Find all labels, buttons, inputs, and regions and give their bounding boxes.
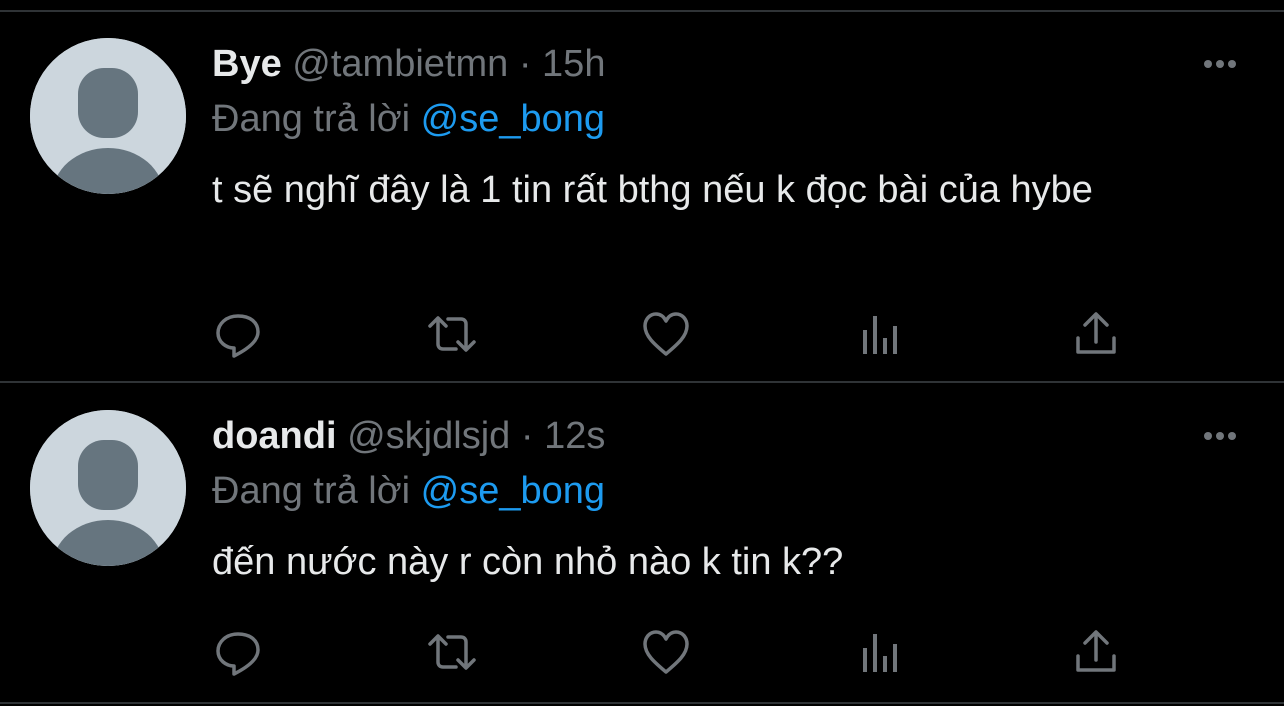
tweet-text: đến nước này r còn nhỏ nào k tin k?? bbox=[212, 541, 844, 583]
retweet-icon bbox=[428, 316, 476, 352]
like-button[interactable] bbox=[640, 626, 692, 678]
display-name[interactable]: doandi bbox=[212, 415, 337, 457]
avatar[interactable] bbox=[30, 410, 186, 566]
tweet[interactable]: Bye @tambietmn · 15h Đang trả lời @se_bo… bbox=[0, 0, 1284, 382]
like-icon bbox=[643, 630, 689, 674]
replying-to-label: Đang trả lời bbox=[212, 470, 411, 512]
reply-button[interactable] bbox=[212, 626, 264, 678]
default-profile-icon bbox=[30, 38, 186, 194]
analytics-button[interactable] bbox=[856, 308, 908, 360]
reply-mention-link[interactable]: @se_bong bbox=[421, 98, 605, 140]
more-icon bbox=[1204, 60, 1236, 68]
replying-to-label: Đang trả lời bbox=[212, 98, 411, 140]
retweet-button[interactable] bbox=[426, 626, 478, 678]
share-icon bbox=[1076, 312, 1116, 354]
user-handle[interactable]: @skjdlsjd bbox=[347, 415, 510, 457]
replying-to: Đang trả lời @se_bong bbox=[212, 97, 605, 141]
bottom-divider bbox=[0, 702, 1284, 704]
tweet-header: Bye @tambietmn · 15h bbox=[212, 42, 605, 86]
analytics-icon bbox=[863, 316, 897, 354]
analytics-button[interactable] bbox=[856, 626, 908, 678]
analytics-icon bbox=[863, 634, 897, 672]
tweet-text: t sẽ nghĩ đây là 1 tin rất bthg nếu k đọ… bbox=[212, 169, 1093, 211]
like-icon bbox=[643, 312, 689, 356]
retweet-icon bbox=[428, 634, 476, 670]
tweet-header: doandi @skjdlsjd · 12s bbox=[212, 414, 605, 458]
separator-dot: · bbox=[518, 43, 532, 85]
timestamp[interactable]: 15h bbox=[542, 43, 605, 85]
share-icon bbox=[1076, 630, 1116, 672]
share-button[interactable] bbox=[1070, 308, 1122, 360]
timestamp[interactable]: 12s bbox=[544, 415, 605, 457]
more-button[interactable] bbox=[1196, 426, 1244, 446]
more-icon bbox=[1204, 432, 1236, 440]
display-name[interactable]: Bye bbox=[212, 43, 282, 85]
reply-mention-link[interactable]: @se_bong bbox=[421, 470, 605, 512]
share-button[interactable] bbox=[1070, 626, 1122, 678]
retweet-button[interactable] bbox=[426, 308, 478, 360]
replying-to: Đang trả lời @se_bong bbox=[212, 469, 605, 513]
reply-icon bbox=[216, 632, 260, 676]
separator-dot: · bbox=[520, 415, 534, 457]
reply-button[interactable] bbox=[212, 308, 264, 360]
more-button[interactable] bbox=[1196, 54, 1244, 74]
avatar[interactable] bbox=[30, 38, 186, 194]
default-profile-icon bbox=[30, 410, 186, 566]
like-button[interactable] bbox=[640, 308, 692, 360]
reply-icon bbox=[216, 314, 260, 358]
user-handle[interactable]: @tambietmn bbox=[292, 43, 508, 85]
tweet[interactable]: doandi @skjdlsjd · 12s Đang trả lời @se_… bbox=[0, 372, 1284, 706]
